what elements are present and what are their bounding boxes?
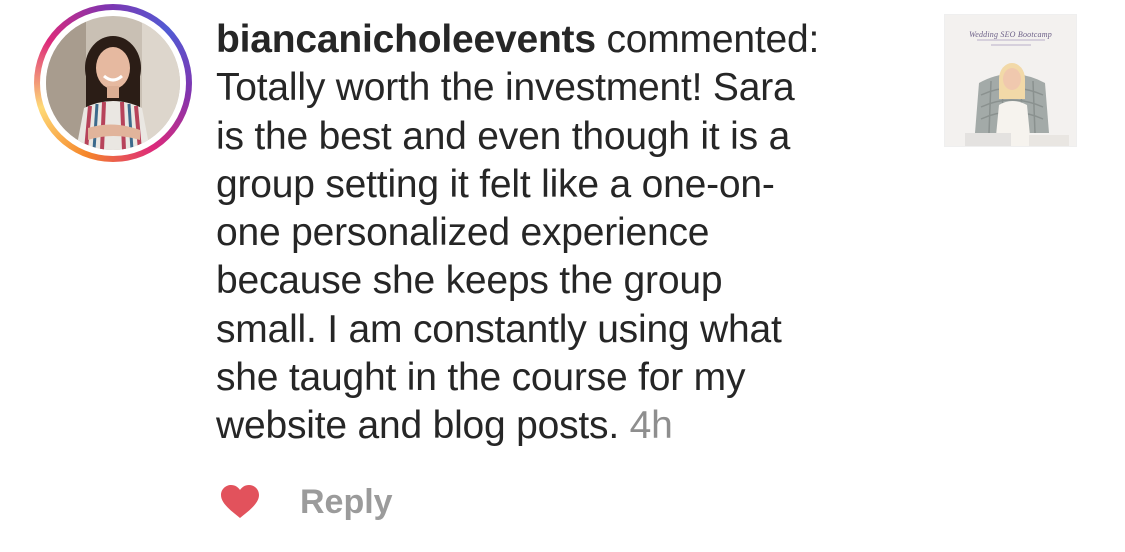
post-thumbnail[interactable]: Wedding SEO Bootcamp <box>944 14 1077 147</box>
username[interactable]: biancanicholeevents <box>216 18 596 61</box>
comment-line: Totally worth the investment! Sara <box>216 66 795 110</box>
comment-line: is the best and even though it is a <box>216 114 791 158</box>
post-thumbnail-title: Wedding SEO Bootcamp <box>969 30 1052 39</box>
comment-line: she taught in the course for my <box>216 356 746 400</box>
avatar-ring-gap <box>40 10 186 156</box>
comment-line: group setting it felt like a one-on- <box>216 162 775 206</box>
comment-line: small. I am constantly using what <box>216 307 782 351</box>
avatar <box>46 16 180 150</box>
avatar-story-ring[interactable] <box>34 4 192 162</box>
heart-icon <box>221 485 259 518</box>
comment-line: website and blog posts. <box>216 404 619 448</box>
comment-timestamp: 4h <box>629 404 673 448</box>
comment-header: biancanicholeevents commented: <box>216 16 916 64</box>
comment-actions: Reply <box>220 478 393 526</box>
comment-line: because she keeps the group <box>216 259 723 303</box>
like-button[interactable] <box>220 482 260 522</box>
comment-line: one personalized experience <box>216 211 710 255</box>
comment-action: commented: <box>606 18 820 61</box>
comment-line-last: she taught in the course for my <box>216 354 916 402</box>
comment-text: biancanicholeevents commented: Totally w… <box>216 16 916 451</box>
reply-button[interactable]: Reply <box>300 483 393 522</box>
comment-line-final: website and blog posts. 4h <box>216 402 916 450</box>
